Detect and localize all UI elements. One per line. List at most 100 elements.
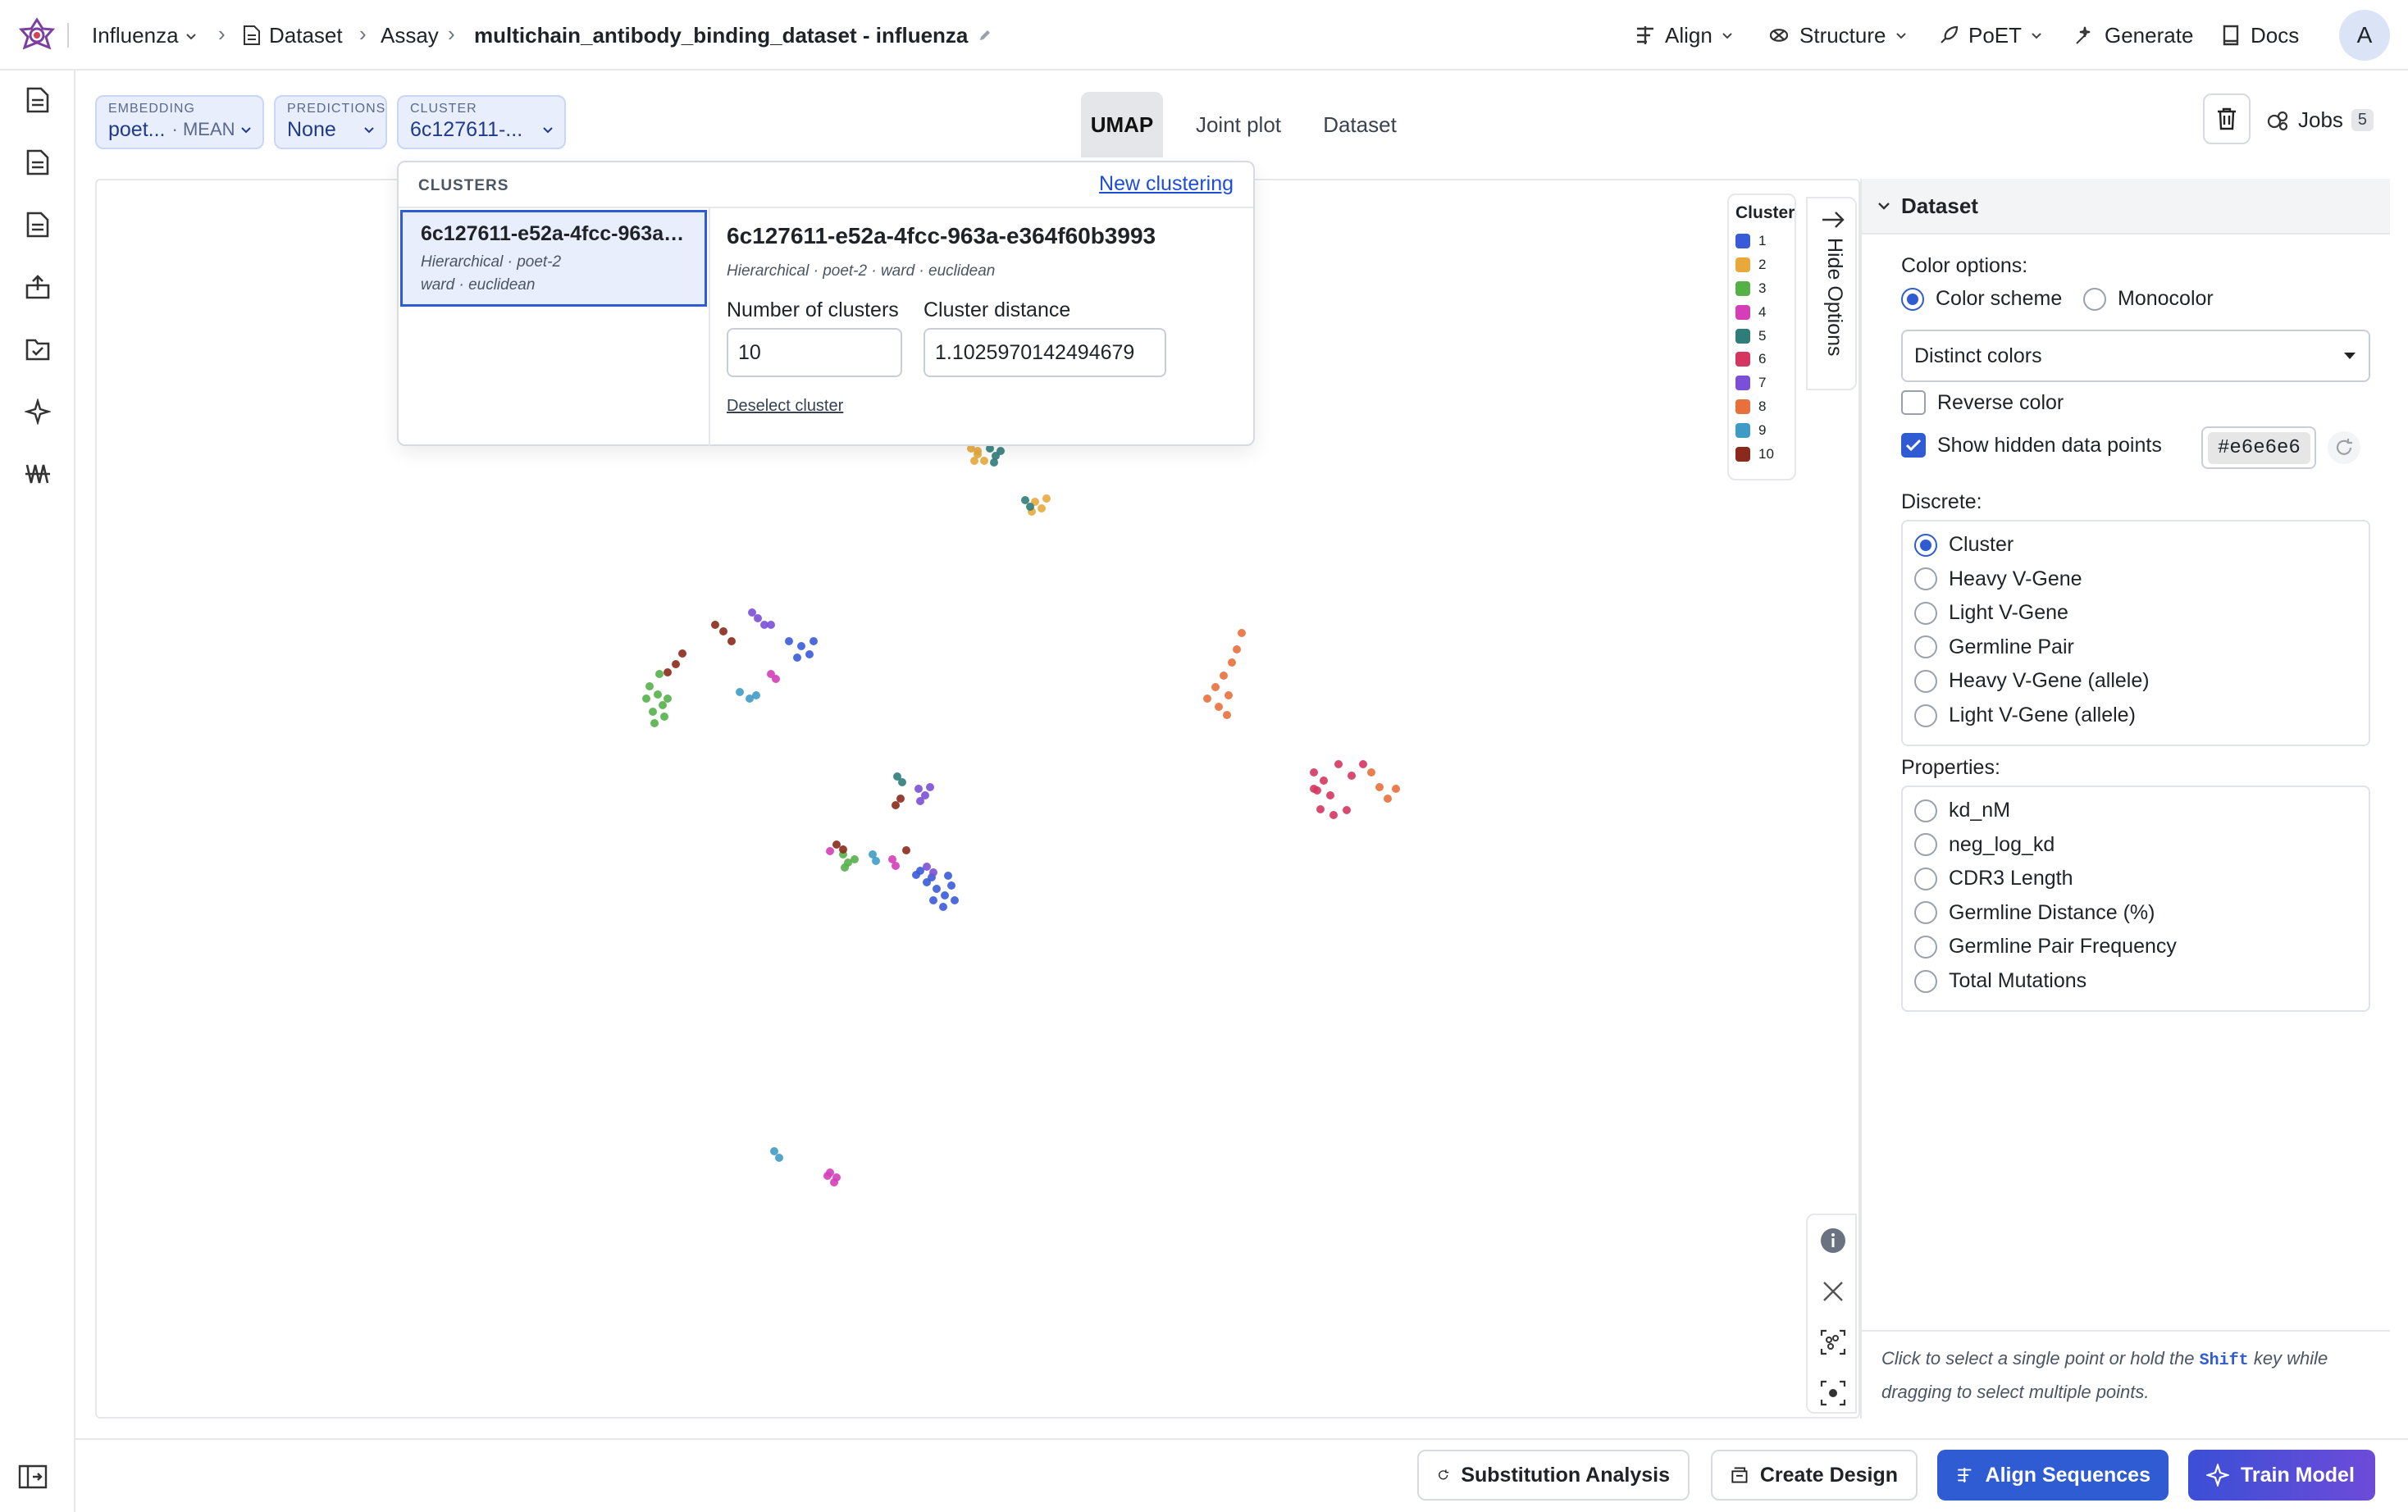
tab-umap[interactable]: UMAP [1081,92,1163,157]
discrete-option[interactable]: Cluster [1914,533,2014,557]
scatter-point[interactable] [678,649,686,658]
scatter-point[interactable] [1220,672,1228,680]
scatter-point[interactable] [1392,785,1400,793]
project-switcher[interactable]: Influenza [92,21,198,49]
show-hidden-checkbox[interactable]: Show hidden data points [1901,433,2162,458]
scatter-point[interactable] [832,840,841,849]
scatter-point[interactable] [672,660,680,668]
scatter-point[interactable] [990,458,998,467]
scatter-point[interactable] [660,713,668,721]
scatter-point[interactable] [736,688,744,696]
properties-option[interactable]: CDR3 Length [1914,867,2073,890]
scatter-point[interactable] [1223,711,1231,719]
scatter-point[interactable] [775,1154,783,1162]
scatter-point[interactable] [785,637,793,645]
scatter-point[interactable] [912,871,920,879]
avatar[interactable]: A [2339,10,2390,61]
legend-item[interactable]: 8 [1735,395,1788,419]
scatter-point[interactable] [926,783,934,791]
scatter-point[interactable] [892,801,900,809]
jobs-button[interactable]: Jobs 5 [2265,103,2374,136]
discrete-option[interactable]: Heavy V-Gene [1914,567,2082,591]
legend-item[interactable]: 7 [1735,371,1788,395]
reverse-color-checkbox[interactable]: Reverse color [1901,390,2064,415]
discrete-option[interactable]: Light V-Gene (allele) [1914,704,2136,727]
scatter-point[interactable] [832,1173,841,1182]
scatter-point[interactable] [826,1168,834,1177]
scatter-point[interactable] [1026,503,1034,511]
scatter-point[interactable] [1228,658,1236,667]
scatter-point[interactable] [1367,768,1375,776]
scatter-point[interactable] [1238,629,1246,637]
substitution-analysis-button[interactable]: Substitution Analysis [1417,1450,1690,1501]
breadcrumb-dataset[interactable]: Dataset [243,21,343,49]
rail-sparkle-icon[interactable] [23,397,52,426]
create-design-button[interactable]: Create Design [1711,1450,1918,1501]
monocolor-radio[interactable]: Monocolor [2083,287,2214,311]
align-sequences-button[interactable]: Align Sequences [1937,1450,2169,1501]
scatter-point[interactable] [1320,776,1328,785]
logo-icon[interactable] [18,16,56,54]
properties-option[interactable]: neg_log_kd [1914,833,2055,857]
rail-document-icon[interactable] [23,148,52,177]
legend-item[interactable]: 1 [1735,230,1788,253]
scatter-point[interactable] [970,457,978,465]
nav-structure[interactable]: Structure [1767,20,1908,51]
scatter-point[interactable] [797,642,805,650]
scatter-point[interactable] [752,691,760,699]
nav-align[interactable]: Align [1634,20,1734,51]
num-clusters-input[interactable] [727,328,902,377]
scatter-point[interactable] [754,614,762,622]
scatter-point[interactable] [939,903,947,911]
color-scheme-radio[interactable]: Color scheme [1901,287,2062,311]
properties-option[interactable]: Germline Pair Frequency [1914,935,2177,959]
cluster-distance-input[interactable] [924,328,1166,377]
scatter-point[interactable] [841,863,849,872]
lasso-select-icon[interactable] [1819,1328,1847,1356]
scatter-point[interactable] [892,862,900,870]
scatter-point[interactable] [1375,783,1384,791]
scatter-point[interactable] [980,457,988,465]
properties-option[interactable]: Germline Distance (%) [1914,901,2155,925]
hidden-color-input[interactable]: #e6e6e6 [2201,426,2316,469]
scatter-point[interactable] [941,891,949,899]
scatter-point[interactable] [649,708,657,716]
scatter-point[interactable] [914,785,923,793]
pencil-icon[interactable] [978,28,992,43]
scatter-point[interactable] [929,868,937,877]
scatter-point[interactable] [1042,494,1051,503]
scatter-point[interactable] [1326,791,1334,799]
legend-item[interactable]: 2 [1735,253,1788,277]
scatter-point[interactable] [923,863,931,871]
rail-waveform-icon[interactable] [23,459,52,489]
legend-item[interactable]: 9 [1735,418,1788,442]
scatter-point[interactable] [839,845,847,854]
scatter-point[interactable] [1329,811,1338,819]
scatter-point[interactable] [896,795,905,803]
scatter-point[interactable] [933,885,941,893]
scatter-point[interactable] [1233,645,1241,654]
cluster-list-item[interactable]: 6c127611-e52a-4fcc-963a-... Hierarchical… [400,210,707,307]
scatter-point[interactable] [805,650,814,658]
scatter-point[interactable] [947,881,955,890]
scatter-point[interactable] [1215,703,1223,711]
tab-dataset[interactable]: Dataset [1312,92,1407,157]
legend-item[interactable]: 5 [1735,324,1788,348]
train-model-button[interactable]: Train Model [2188,1450,2375,1501]
new-clustering-link[interactable]: New clustering [1099,172,1234,196]
scatter-point[interactable] [810,637,818,645]
refresh-icon[interactable] [2328,431,2360,464]
info-icon[interactable] [1819,1227,1847,1255]
scatter-point[interactable] [1021,496,1029,504]
cluster-select[interactable]: CLUSTER 6c127611-... [397,95,566,149]
properties-option[interactable]: kd_nM [1914,799,2010,822]
scatter-point[interactable] [772,675,780,683]
scatter-point[interactable] [826,847,834,855]
scatter-point[interactable] [711,621,719,629]
scatter-point[interactable] [770,1147,778,1155]
scatter-point[interactable] [996,447,1005,455]
scatter-point[interactable] [654,690,662,699]
scatter-point[interactable] [727,637,736,645]
scatter-point[interactable] [916,797,924,805]
deselect-cluster-link[interactable]: Deselect cluster [727,397,843,416]
